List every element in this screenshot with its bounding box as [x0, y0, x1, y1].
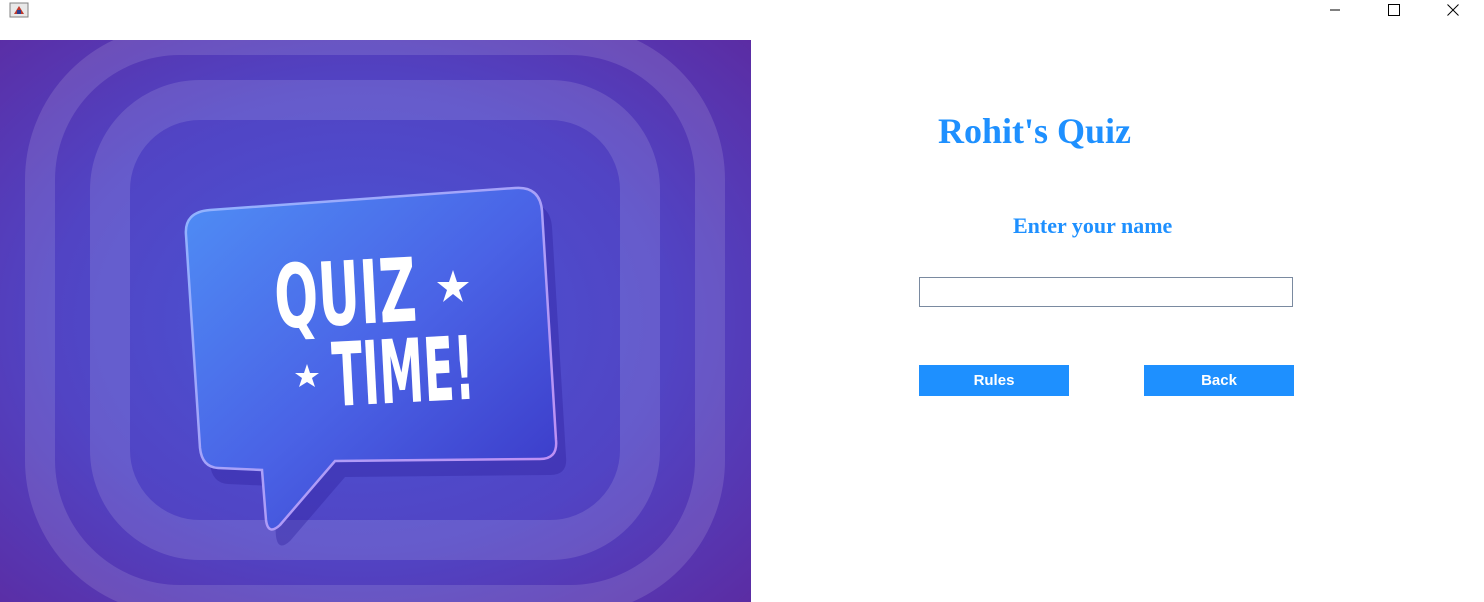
back-button[interactable]: Back — [1144, 365, 1294, 396]
time-text: TIME! — [330, 317, 477, 427]
quiz-time-banner: QUIZ TIME! — [0, 40, 751, 602]
title-bar[interactable] — [0, 0, 1484, 40]
page-title: Rohit's Quiz — [938, 111, 1132, 151]
minimize-icon — [1330, 9, 1340, 11]
maximize-button[interactable] — [1371, 0, 1417, 20]
name-input[interactable] — [919, 277, 1293, 307]
java-app-icon — [9, 1, 29, 19]
close-button[interactable] — [1430, 0, 1476, 20]
name-label: Enter your name — [1013, 213, 1173, 238]
close-icon — [1447, 4, 1459, 16]
minimize-button[interactable] — [1312, 0, 1358, 20]
rules-button[interactable]: Rules — [919, 365, 1069, 396]
maximize-icon — [1388, 4, 1400, 16]
